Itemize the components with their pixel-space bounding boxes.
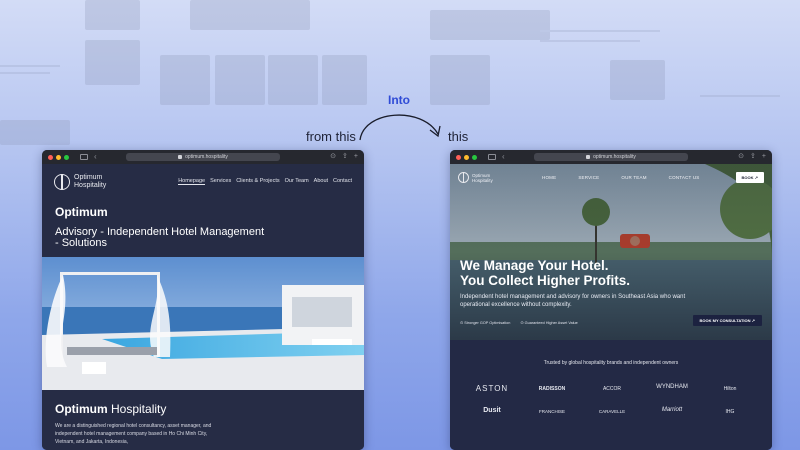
brand-logo: IHG — [725, 409, 735, 415]
zoom-dot[interactable] — [472, 154, 477, 160]
nav-service[interactable]: SERVICE — [578, 175, 599, 180]
hero-title-line2: You Collect Higher Profits. — [460, 273, 631, 288]
check-circle-icon: ⊙ — [460, 321, 464, 325]
new-logo[interactable]: Optimum Hospitality — [458, 172, 493, 183]
url-text: optimum.hospitality — [185, 154, 228, 160]
brand-logo: ASTON — [475, 384, 509, 393]
brand-logo: Marriott — [661, 407, 683, 413]
close-dot[interactable] — [456, 154, 461, 160]
new-hero: Optimum Hospitality HOME SERVICE OUR TEA… — [450, 164, 772, 340]
logo-line2: Hospitality — [472, 177, 493, 183]
hero-infinity-pool-image — [450, 164, 772, 340]
browser-toolbar: ‹ optimum.hospitality ⊙ ⇪ + — [450, 150, 772, 164]
old-heading: Optimum — [55, 205, 108, 219]
old-logo[interactable]: Optimum Hospitality — [54, 174, 106, 190]
check-text: Stronger GOP Optimisation — [464, 321, 511, 325]
url-text: optimum.hospitality — [593, 154, 636, 160]
close-dot[interactable] — [48, 154, 53, 160]
address-bar[interactable]: optimum.hospitality — [126, 153, 280, 161]
new-site-window: ‹ optimum.hospitality ⊙ ⇪ + Optimum Hosp… — [450, 150, 772, 450]
brand-logo: Hilton — [723, 386, 737, 392]
trusted-brands-section: Trusted by global hospitality brands and… — [450, 340, 772, 450]
nav-our-team[interactable]: Our Team — [285, 178, 309, 185]
download-icon[interactable]: ⊙ — [330, 153, 336, 161]
curved-arrow-icon — [359, 114, 441, 141]
nav-contact-us[interactable]: CONTACT US — [669, 175, 700, 180]
old-site-page: Optimum Hospitality Homepage Services Cl… — [42, 164, 364, 450]
sidebar-icon[interactable] — [80, 154, 88, 160]
hotel-pool-photo — [42, 257, 364, 390]
logo-line1: Optimum — [472, 172, 491, 178]
book-button[interactable]: BOOK ↗ — [735, 172, 764, 183]
old-section-heading: Optimum Hospitality — [55, 402, 166, 416]
hero-title-line1: We Manage Your Hotel. — [460, 258, 609, 273]
site-favicon-icon — [586, 155, 591, 159]
share-icon[interactable]: ⇪ — [342, 153, 348, 161]
address-bar[interactable]: optimum.hospitality — [534, 153, 688, 161]
browser-toolbar: ‹ optimum.hospitality ⊙ ⇪ + — [42, 150, 364, 164]
nav-homepage[interactable]: Homepage — [178, 178, 206, 185]
this-label: this — [448, 129, 469, 144]
back-arrow-icon[interactable]: ‹ — [502, 153, 505, 161]
nav-contact[interactable]: Contact — [333, 178, 352, 185]
nav-services[interactable]: Services — [210, 178, 231, 185]
check-circle-icon: ⊙ — [520, 321, 524, 325]
book-consultation-button[interactable]: BOOK MY CONSULTATION ↗ — [692, 315, 762, 326]
old-site-window: ‹ optimum.hospitality ⊙ ⇪ + Optimum Hosp… — [42, 150, 364, 450]
zoom-dot[interactable] — [64, 154, 69, 160]
brand-logo: WYNDHAM — [656, 384, 688, 390]
into-label: Into — [388, 93, 410, 107]
old-nav: Homepage Services Clients & Projects Our… — [178, 178, 352, 185]
brand-logo: ACCOR — [602, 386, 622, 392]
check-item: ⊙ Stronger GOP Optimisation — [460, 320, 510, 325]
logo-mark-icon — [54, 174, 70, 190]
section-heading-bold: Optimum — [55, 402, 108, 416]
section-heading-rest: Hospitality — [107, 402, 167, 416]
old-subheading: Advisory - Independent Hotel Management … — [55, 226, 265, 249]
check-item: ⊙ Guaranteed Higher Asset Value — [520, 320, 577, 325]
from-this-label: from this — [306, 129, 356, 144]
download-icon[interactable]: ⊙ — [738, 153, 744, 161]
new-nav: HOME SERVICE OUR TEAM CONTACT US — [542, 175, 700, 180]
new-tab-icon[interactable]: + — [354, 153, 358, 161]
logo-line1: Optimum — [74, 174, 103, 181]
old-intro-paragraph: We are a distinguished regional hotel co… — [55, 423, 212, 445]
brand-logo: FRANCHISE — [538, 409, 565, 414]
back-arrow-icon[interactable]: ‹ — [94, 153, 97, 161]
nav-clients-projects[interactable]: Clients & Projects — [236, 178, 279, 185]
minimize-dot[interactable] — [56, 154, 61, 160]
minimize-dot[interactable] — [464, 154, 469, 160]
hero-title: We Manage Your Hotel. You Collect Higher… — [460, 258, 630, 288]
check-text: Guaranteed Higher Asset Value — [524, 321, 578, 325]
logo-mark-icon — [458, 172, 469, 183]
logo-line2: Hospitality — [74, 182, 107, 189]
site-favicon-icon — [178, 155, 183, 159]
trusted-title: Trusted by global hospitality brands and… — [543, 360, 679, 366]
sidebar-icon[interactable] — [488, 154, 496, 160]
nav-home[interactable]: HOME — [542, 175, 556, 180]
new-tab-icon[interactable]: + — [762, 153, 766, 161]
brand-logo: CARAVELLE — [598, 409, 626, 414]
nav-our-team[interactable]: OUR TEAM — [621, 175, 646, 180]
brand-logo: Dusit — [483, 407, 501, 414]
share-icon[interactable]: ⇪ — [750, 153, 756, 161]
hero-checks: ⊙ Stronger GOP Optimisation ⊙ Guaranteed… — [460, 320, 578, 325]
nav-about[interactable]: About — [314, 178, 328, 185]
brand-logo: RADISSON — [538, 386, 566, 392]
hero-subtitle: Independent hotel management and advisor… — [460, 294, 686, 308]
